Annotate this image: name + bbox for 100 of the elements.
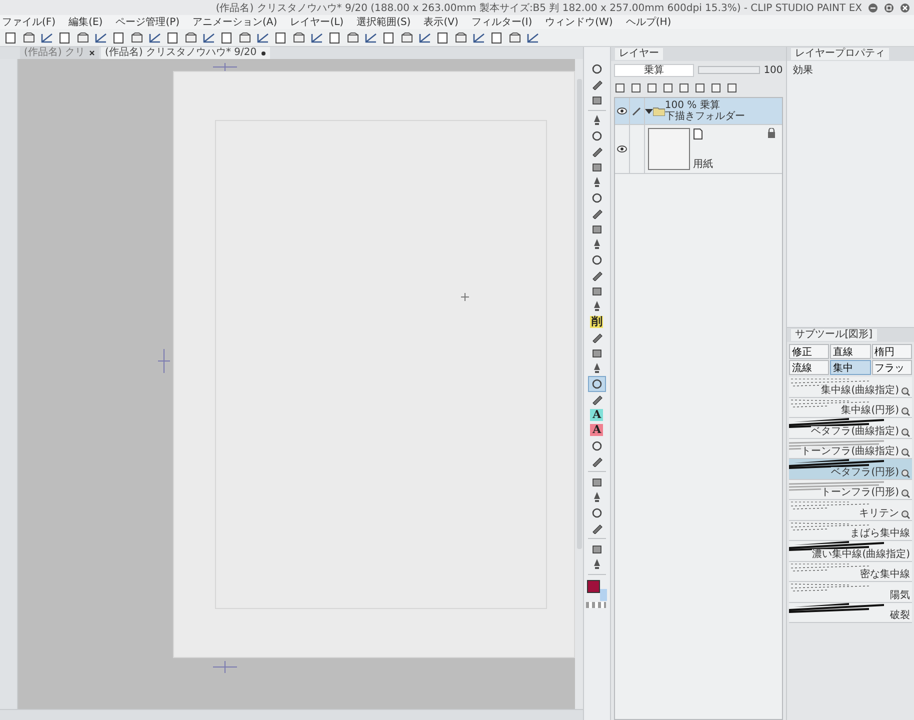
subtool-group-tab[interactable]: 修正 bbox=[788, 344, 830, 359]
toolbar-icon[interactable] bbox=[364, 32, 378, 44]
subtool-group-tab[interactable]: 直線 bbox=[830, 344, 871, 359]
toolbar-icon[interactable] bbox=[238, 32, 252, 44]
subtool-item[interactable]: 集中線(曲線指定) bbox=[788, 377, 912, 398]
magnifier-icon[interactable] bbox=[901, 489, 910, 498]
menu-item[interactable]: アニメーション(A) bbox=[192, 15, 278, 29]
toolbar-icon[interactable] bbox=[112, 32, 126, 44]
subtool-group-tab[interactable]: 流線 bbox=[788, 360, 830, 375]
toolbar-icon[interactable] bbox=[454, 32, 468, 44]
subtool-item[interactable]: ベタフラ(円形) bbox=[788, 459, 912, 480]
opacity-value[interactable]: 100 bbox=[764, 64, 783, 76]
tool-button[interactable]: A bbox=[590, 424, 604, 436]
subtool-item[interactable]: 破裂 bbox=[788, 602, 912, 623]
transparent-color-swatch[interactable] bbox=[586, 602, 606, 608]
close-icon[interactable] bbox=[900, 2, 910, 12]
menu-item[interactable]: 選択範囲(S) bbox=[356, 15, 411, 29]
menu-item[interactable]: ウィンドウ(W) bbox=[545, 15, 613, 29]
sub-color-swatch[interactable] bbox=[600, 589, 607, 601]
toolbar-icon[interactable] bbox=[328, 32, 342, 44]
toolbar-icon[interactable] bbox=[202, 32, 216, 44]
scrollbar-thumb[interactable] bbox=[576, 79, 582, 549]
magnifier-icon[interactable] bbox=[901, 407, 910, 416]
caret-icon[interactable] bbox=[644, 107, 653, 115]
menu-item[interactable]: ページ管理(P) bbox=[116, 15, 180, 29]
toolbar-icon[interactable] bbox=[148, 32, 162, 44]
menu-item[interactable]: ヘルプ(H) bbox=[626, 15, 672, 29]
toolbar-icon[interactable] bbox=[346, 32, 360, 44]
layer-name[interactable]: 下描きフォルダー bbox=[664, 111, 745, 122]
toolbar-icon[interactable] bbox=[220, 32, 234, 44]
toolbar-icon[interactable] bbox=[4, 32, 18, 44]
minimize-icon[interactable] bbox=[868, 2, 878, 12]
toolbar-icon[interactable] bbox=[274, 32, 288, 44]
panel-tab[interactable]: サブツール[図形] bbox=[790, 329, 877, 341]
layer-tool-icon[interactable] bbox=[678, 82, 690, 94]
subtool-item[interactable]: 陽気 bbox=[788, 582, 912, 602]
lock-icon[interactable] bbox=[766, 128, 776, 138]
toolbar-icon[interactable] bbox=[184, 32, 198, 44]
toolbar-icon[interactable] bbox=[22, 32, 36, 44]
crop-mark bbox=[158, 349, 170, 373]
subtool-item[interactable]: 密な集中線 bbox=[788, 562, 912, 582]
subtool-item[interactable]: 集中線(円形) bbox=[788, 398, 912, 418]
layer-tool-icon[interactable] bbox=[662, 82, 674, 94]
tool-button[interactable]: 削 bbox=[590, 316, 604, 328]
layer-tool-icon[interactable] bbox=[694, 82, 706, 94]
toolbar-icon[interactable] bbox=[256, 32, 270, 44]
subtool-item[interactable]: 濃い集中線(曲線指定) bbox=[788, 541, 912, 562]
menu-item[interactable]: フィルター(I) bbox=[471, 15, 532, 29]
tool-button[interactable]: A bbox=[590, 408, 604, 421]
subtool-item[interactable]: まばら集中線 bbox=[788, 520, 912, 541]
layer-name[interactable]: 用紙 bbox=[692, 159, 713, 170]
magnifier-icon[interactable] bbox=[901, 510, 910, 518]
toolbar-icon[interactable] bbox=[400, 32, 414, 44]
panel-tab[interactable]: レイヤー bbox=[614, 48, 663, 60]
subtool-group-tab[interactable]: 楕円 bbox=[872, 344, 912, 359]
layer-tool-icon[interactable] bbox=[630, 82, 642, 94]
toolbar-icon[interactable] bbox=[418, 32, 432, 44]
toolbar-icon[interactable] bbox=[40, 32, 54, 44]
tool-icon bbox=[590, 346, 603, 359]
blend-mode-dropdown[interactable]: 乗算 bbox=[614, 64, 694, 76]
toolbar-icon[interactable] bbox=[166, 32, 180, 44]
pen-icon[interactable] bbox=[632, 106, 642, 116]
toolbar-icon[interactable] bbox=[526, 32, 540, 44]
menu-item[interactable]: 表示(V) bbox=[424, 15, 458, 29]
menu-item[interactable]: ファイル(F) bbox=[2, 15, 56, 29]
magnifier-icon[interactable] bbox=[901, 386, 910, 396]
toolbar-icon[interactable] bbox=[436, 32, 450, 44]
magnifier-icon[interactable] bbox=[901, 468, 910, 478]
magnifier-icon[interactable] bbox=[901, 428, 910, 436]
toolbar-icon[interactable] bbox=[94, 32, 108, 44]
subtool-item[interactable]: キリテン bbox=[788, 500, 912, 520]
subtool-group-tab[interactable]: フラッ bbox=[872, 360, 912, 375]
menu-item[interactable]: レイヤー(L) bbox=[290, 15, 344, 29]
toolbar-icon[interactable] bbox=[76, 32, 90, 44]
toolbar-icon[interactable] bbox=[310, 32, 324, 44]
eye-icon[interactable] bbox=[616, 107, 627, 115]
layer-tool-icon[interactable] bbox=[710, 82, 722, 94]
subtool-group-tab[interactable]: 集中 bbox=[830, 360, 871, 375]
toolbar-icon[interactable] bbox=[58, 32, 72, 44]
layer-tool-icon[interactable] bbox=[726, 82, 738, 94]
subtool-name: まばら集中線 bbox=[850, 528, 910, 539]
toolbar-icon[interactable] bbox=[382, 32, 396, 44]
layer-tool-icon[interactable] bbox=[646, 82, 658, 94]
eye-icon[interactable] bbox=[616, 145, 627, 153]
panel-tab[interactable]: レイヤープロパティ bbox=[790, 48, 889, 60]
document-tab[interactable]: (作品名) クリスタノウハウ* 9/20 bbox=[100, 47, 270, 59]
toolbar-icon[interactable] bbox=[490, 32, 504, 44]
main-color-swatch[interactable] bbox=[586, 580, 600, 593]
subtool-item[interactable]: ベタフラ(曲線指定) bbox=[788, 418, 912, 438]
layer-tool-icon[interactable] bbox=[614, 82, 626, 94]
toolbar-icon[interactable] bbox=[292, 32, 306, 44]
magnifier-icon[interactable] bbox=[901, 448, 910, 457]
toolbar-icon[interactable] bbox=[130, 32, 144, 44]
subtool-item[interactable]: トーンフラ(曲線指定) bbox=[788, 438, 912, 459]
maximize-icon[interactable] bbox=[884, 2, 894, 12]
toolbar-icon[interactable] bbox=[472, 32, 486, 44]
menu-item[interactable]: 編集(E) bbox=[68, 15, 103, 29]
close-icon[interactable] bbox=[88, 50, 95, 56]
subtool-item[interactable]: トーンフラ(円形) bbox=[788, 480, 912, 500]
toolbar-icon[interactable] bbox=[508, 32, 522, 44]
